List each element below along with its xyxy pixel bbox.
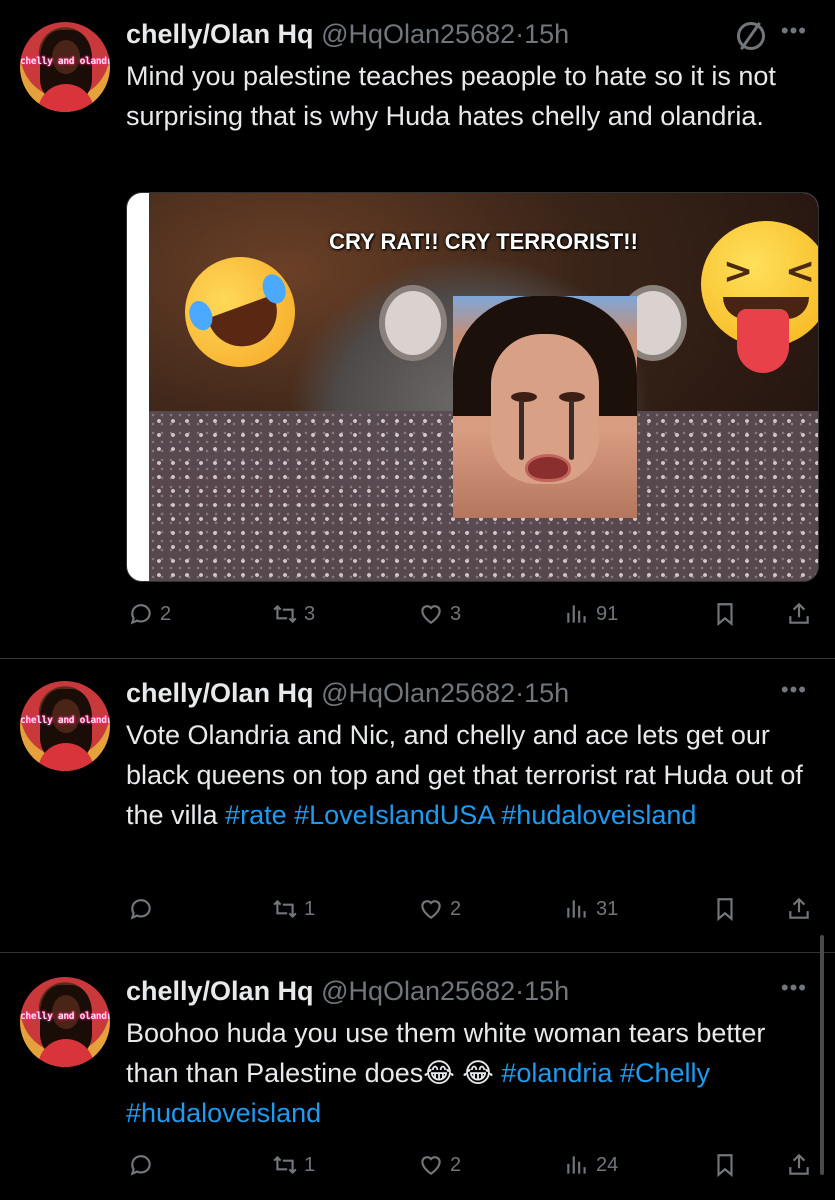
rolling-laughing-emoji — [169, 241, 311, 383]
share-button[interactable] — [786, 1145, 818, 1185]
avatar-text: chelly and olandria HQ — [20, 56, 110, 67]
tweet[interactable]: chelly and olandria HQ chelly/Olan Hq @H… — [0, 659, 835, 951]
tweet[interactable]: chelly and olandria HQ chelly/Olan Hq @H… — [0, 0, 835, 658]
tweet-image[interactable]: > < CRY RAT!! CRY TERRORIST!! — [126, 192, 819, 582]
repost-button[interactable]: 3 — [272, 594, 315, 634]
image-caption: CRY RAT!! CRY TERRORIST!! — [329, 229, 638, 254]
hashtag[interactable]: #LoveIslandUSA — [294, 800, 494, 830]
like-button[interactable]: 2 — [418, 1145, 461, 1185]
user-handle[interactable]: @HqOlan25682 — [321, 678, 515, 708]
bookmark-button[interactable] — [712, 889, 744, 929]
repost-count: 1 — [304, 1153, 316, 1176]
like-button[interactable]: 3 — [418, 594, 461, 634]
reply-button[interactable]: 2 — [128, 594, 171, 634]
rat-photo: > < CRY RAT!! CRY TERRORIST!! — [149, 193, 818, 581]
bookmark-icon — [717, 1154, 733, 1178]
reply-button[interactable] — [128, 889, 160, 929]
avatar-text: chelly and olandria HQ — [20, 1011, 110, 1022]
display-name[interactable]: chelly/Olan Hq — [126, 19, 314, 49]
separator: · — [515, 678, 525, 708]
like-button[interactable]: 2 — [418, 889, 461, 929]
crying-face-photo — [453, 296, 637, 518]
heart-icon — [421, 1156, 441, 1175]
more-icon[interactable]: ••• — [781, 677, 807, 703]
repost-button[interactable]: 1 — [272, 889, 315, 929]
avatar-text: chelly and olandria HQ — [20, 715, 110, 726]
tweet[interactable]: chelly and olandria HQ chelly/Olan Hq @H… — [0, 953, 835, 1200]
hashtag[interactable]: #olandria — [501, 1058, 612, 1088]
views-icon — [567, 900, 586, 918]
bookmark-icon — [717, 603, 733, 627]
hashtag[interactable]: #Chelly — [620, 1058, 710, 1088]
hashtag[interactable]: #rate — [225, 800, 287, 830]
avatar[interactable]: chelly and olandria HQ — [20, 977, 110, 1067]
hashtag[interactable]: #hudaloveisland — [126, 1098, 321, 1128]
repost-count: 1 — [304, 897, 316, 920]
timeline-feed: chelly and olandria HQ chelly/Olan Hq @H… — [0, 0, 835, 1200]
views-icon — [567, 605, 586, 623]
timestamp[interactable]: 15h — [524, 976, 569, 1006]
tweet-actions: 1 2 24 — [0, 1145, 835, 1185]
like-count: 2 — [450, 897, 462, 920]
like-count: 2 — [450, 1153, 462, 1176]
more-icon[interactable]: ••• — [781, 975, 807, 1001]
tweet-header: chelly/Olan Hq @HqOlan25682·15h — [126, 675, 569, 711]
not-interested-icon[interactable] — [737, 22, 765, 50]
timestamp[interactable]: 15h — [524, 19, 569, 49]
repost-icon — [273, 899, 297, 919]
rat-ear — [379, 285, 447, 361]
tweet-actions: 2 3 3 91 — [0, 594, 835, 634]
views-button[interactable]: 91 — [564, 594, 618, 634]
reply-icon — [130, 1155, 151, 1176]
user-handle[interactable]: @HqOlan25682 — [321, 19, 515, 49]
scrollbar[interactable] — [820, 935, 824, 1175]
repost-icon — [273, 604, 297, 624]
reply-button[interactable] — [128, 1145, 160, 1185]
share-button[interactable] — [786, 889, 818, 929]
views-button[interactable]: 31 — [564, 889, 618, 929]
hashtag[interactable]: #hudaloveisland — [501, 800, 696, 830]
timestamp[interactable]: 15h — [524, 678, 569, 708]
user-handle[interactable]: @HqOlan25682 — [321, 976, 515, 1006]
repost-count: 3 — [304, 602, 316, 625]
reply-icon — [130, 604, 151, 625]
views-count: 31 — [596, 897, 619, 920]
heart-icon — [421, 605, 441, 624]
tweet-header: chelly/Olan Hq @HqOlan25682·15h — [126, 973, 569, 1009]
share-button[interactable] — [786, 594, 818, 634]
share-icon — [789, 1153, 809, 1175]
display-name[interactable]: chelly/Olan Hq — [126, 976, 314, 1006]
separator: · — [515, 19, 525, 49]
tweet-header: chelly/Olan Hq @HqOlan25682·15h — [126, 16, 569, 52]
share-icon — [789, 602, 809, 624]
display-name[interactable]: chelly/Olan Hq — [126, 678, 314, 708]
repost-icon — [273, 1155, 297, 1175]
like-count: 3 — [450, 602, 462, 625]
tweet-actions: 1 2 31 — [0, 889, 835, 929]
bookmark-icon — [717, 898, 733, 922]
avatar[interactable]: chelly and olandria HQ — [20, 681, 110, 771]
tweet-text: Vote Olandria and Nic, and chelly and ac… — [126, 715, 816, 835]
views-count: 91 — [596, 602, 619, 625]
more-icon[interactable]: ••• — [781, 18, 807, 44]
separator: · — [515, 976, 525, 1006]
avatar[interactable]: chelly and olandria HQ — [20, 22, 110, 112]
share-icon — [789, 897, 809, 919]
reply-count: 2 — [160, 602, 172, 625]
views-button[interactable]: 24 — [564, 1145, 618, 1185]
bookmark-button[interactable] — [712, 594, 744, 634]
views-icon — [567, 1156, 586, 1174]
tweet-text: Mind you palestine teaches peaople to ha… — [126, 61, 776, 131]
tweet-text: Boohoo huda you use them white woman tea… — [126, 1013, 816, 1133]
heart-icon — [421, 900, 441, 919]
repost-button[interactable]: 1 — [272, 1145, 315, 1185]
bookmark-button[interactable] — [712, 1145, 744, 1185]
reply-icon — [130, 899, 151, 920]
views-count: 24 — [596, 1153, 619, 1176]
